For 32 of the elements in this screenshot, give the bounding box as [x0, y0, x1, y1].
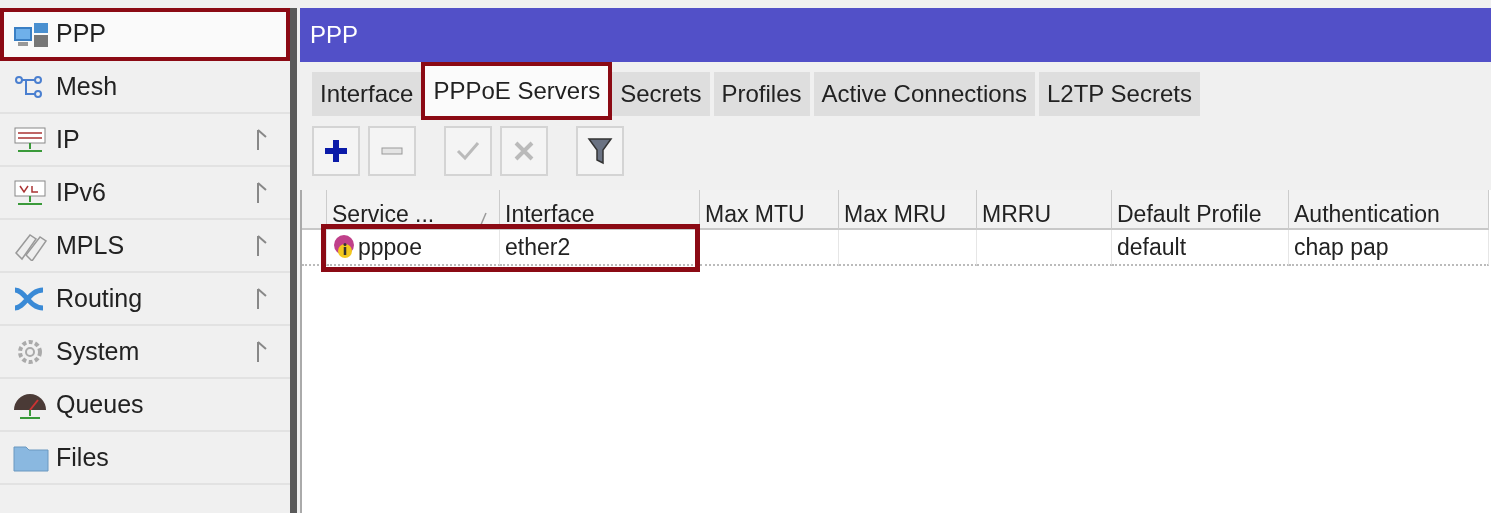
column-header[interactable]: MRRU: [977, 190, 1112, 230]
table-cell: [302, 230, 327, 266]
sidebar-item[interactable]: System: [0, 326, 290, 379]
plus-icon: [323, 138, 349, 164]
table-cell: pppoe: [327, 230, 500, 266]
column-header[interactable]: Authentication: [1289, 190, 1489, 230]
tab[interactable]: L2TP Secrets: [1039, 72, 1200, 116]
sidebar-item[interactable]: Files: [0, 432, 290, 485]
column-header: [302, 190, 327, 230]
table-cell: default: [1112, 230, 1289, 266]
tab[interactable]: Active Connections: [813, 72, 1035, 116]
sidebar-item[interactable]: IPv6: [0, 167, 290, 220]
remove-button[interactable]: [368, 126, 416, 176]
column-header[interactable]: Max MRU: [839, 190, 977, 230]
tab[interactable]: Profiles: [713, 72, 810, 116]
sidebar-item[interactable]: Queues: [0, 379, 290, 432]
window-title: PPP: [310, 21, 359, 49]
column-header[interactable]: Max MTU: [700, 190, 839, 230]
table-cell: ether2: [500, 230, 700, 266]
table-cell: chap pap: [1289, 230, 1489, 266]
tab[interactable]: Interface: [312, 72, 422, 116]
add-button[interactable]: [312, 126, 360, 176]
sidebar-item[interactable]: Routing: [0, 273, 290, 326]
filter-icon: [587, 136, 613, 166]
info-badge-icon: [332, 234, 356, 260]
column-header[interactable]: Default Profile: [1112, 190, 1289, 230]
filter-button[interactable]: [576, 126, 624, 176]
sidebar-item[interactable]: Mesh: [0, 61, 290, 114]
sidebar-item[interactable]: MPLS: [0, 220, 290, 273]
sidebar-item[interactable]: IP: [0, 114, 290, 167]
sidebar-item[interactable]: PPP: [0, 8, 290, 61]
tab[interactable]: Secrets: [612, 72, 710, 116]
